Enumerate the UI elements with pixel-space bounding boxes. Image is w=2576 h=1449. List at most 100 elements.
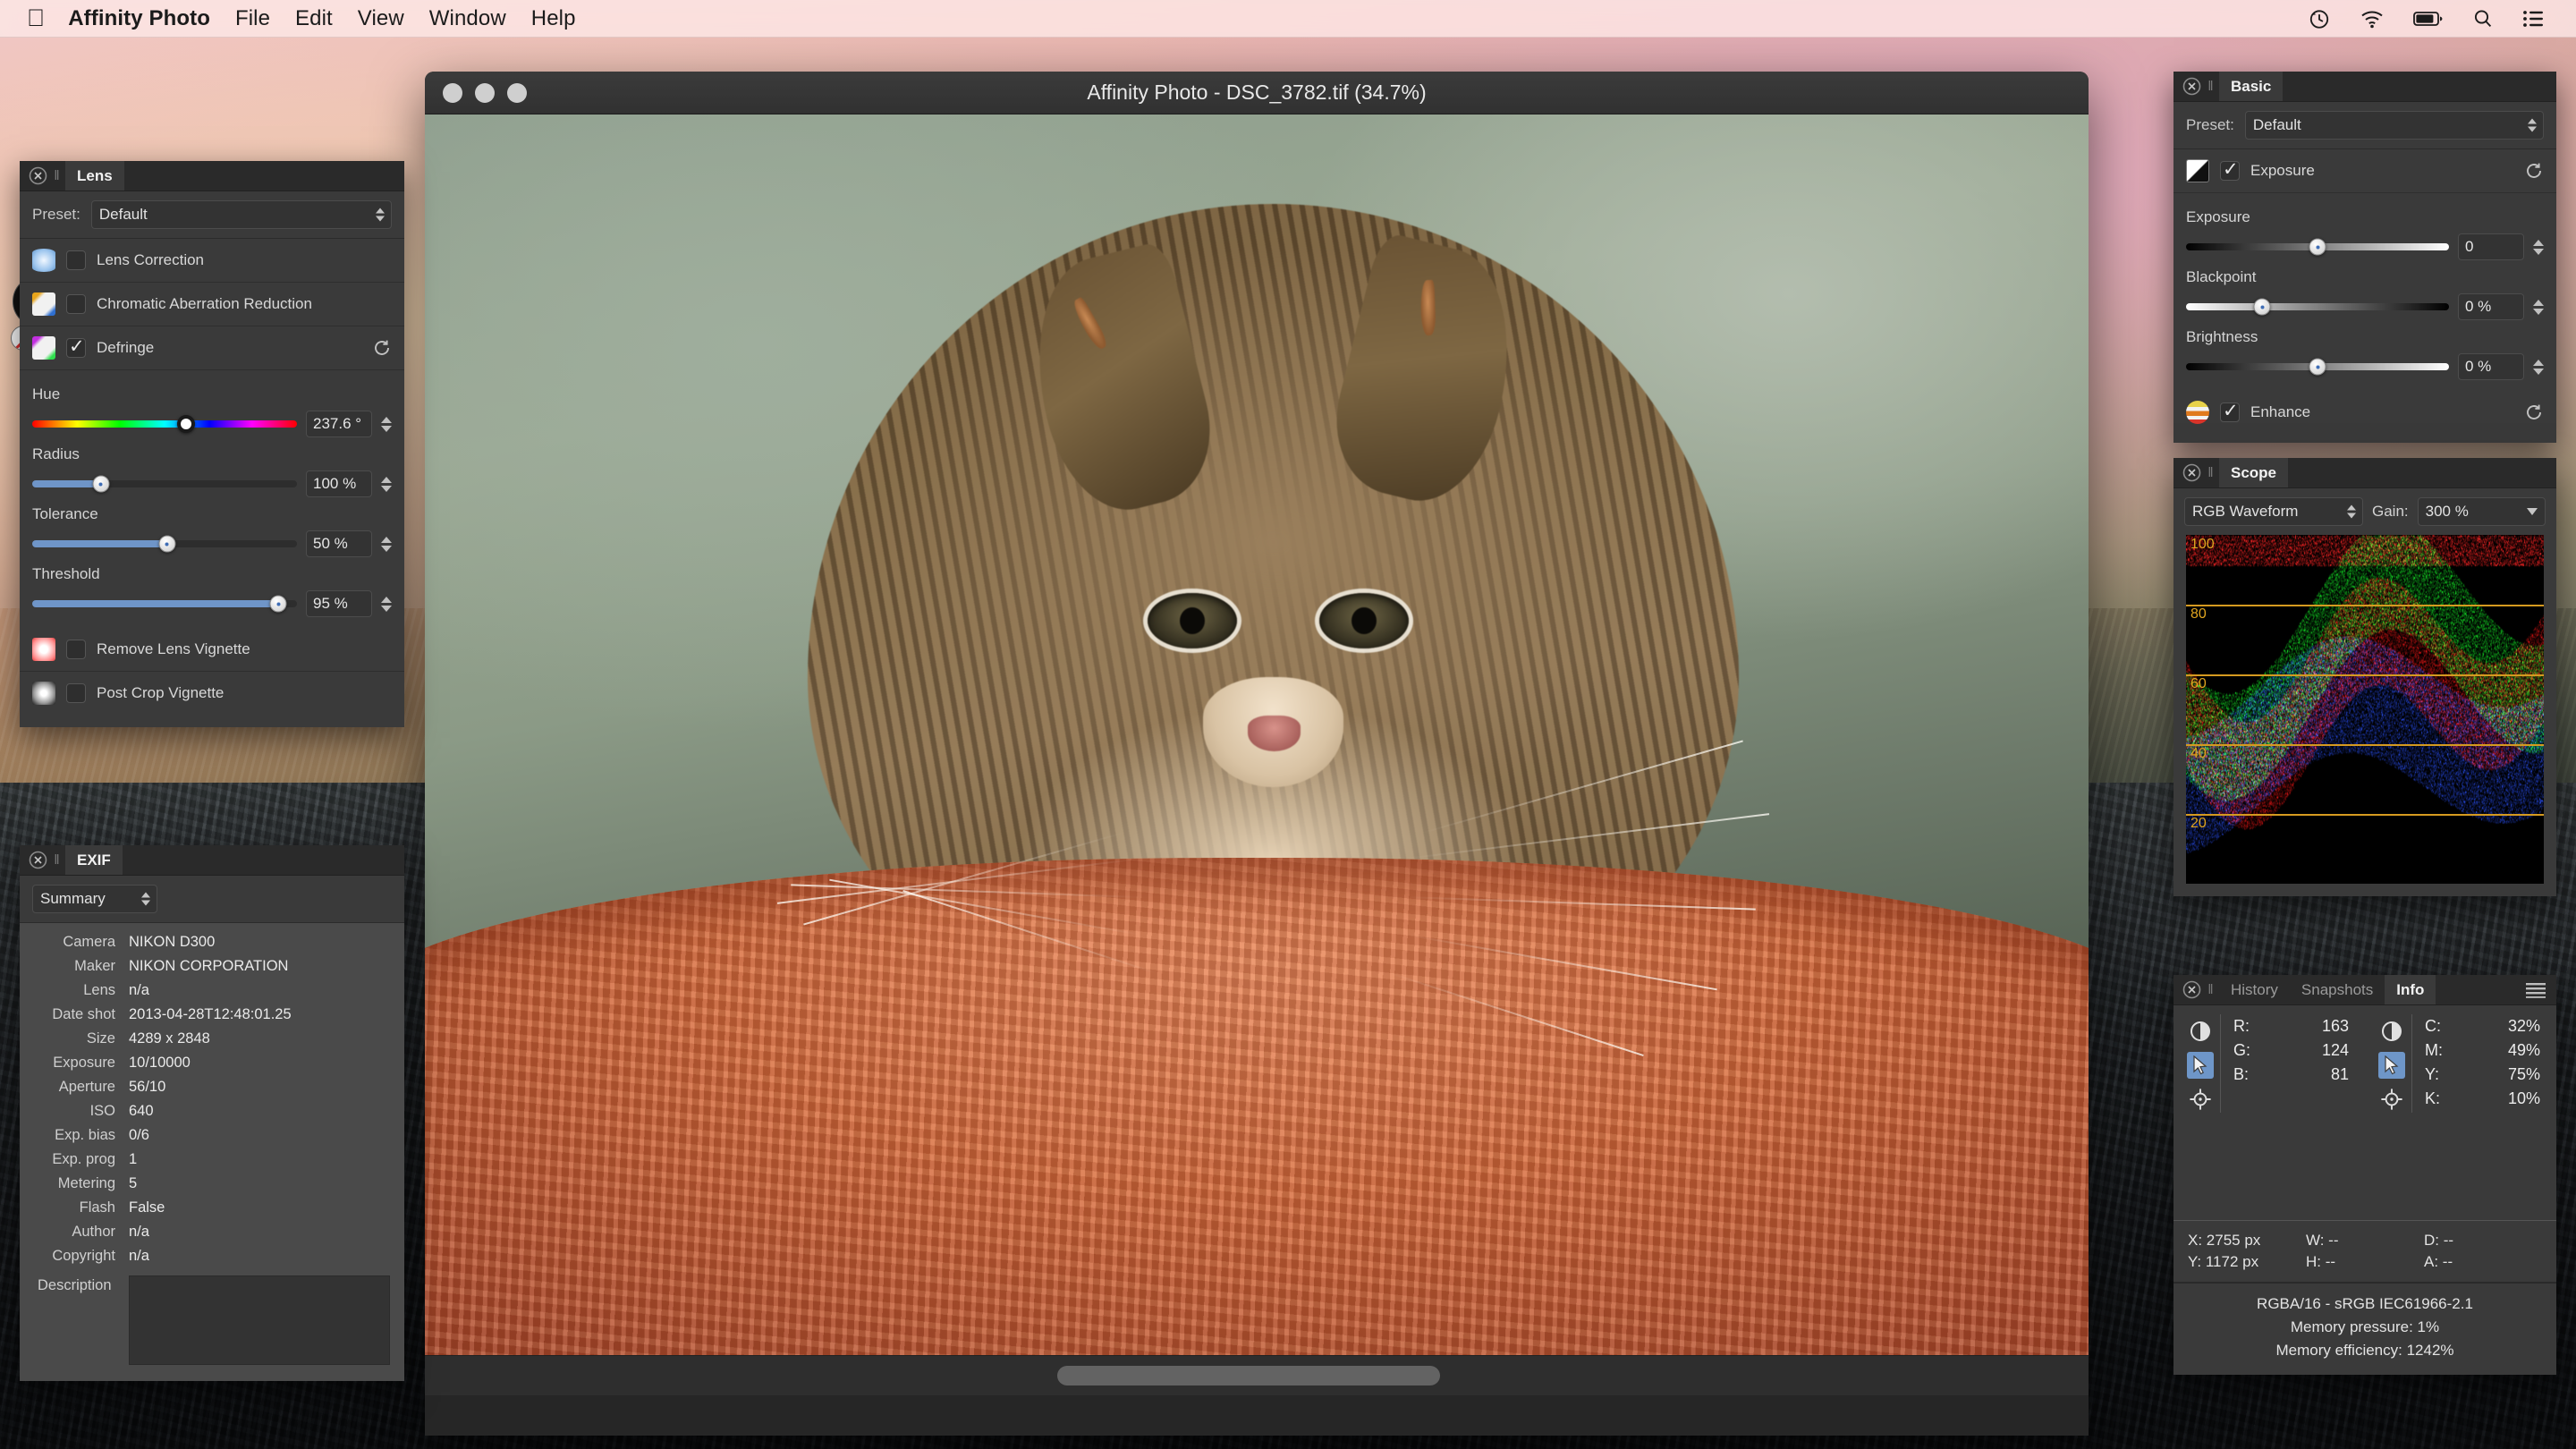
post-crop-vignette-row[interactable]: Post Crop Vignette [20, 672, 404, 715]
control-center-icon[interactable] [2522, 9, 2546, 29]
scope-gain-select[interactable]: 300 % [2418, 497, 2546, 526]
blackpoint-slider[interactable] [2186, 303, 2449, 310]
tab-info[interactable]: Info [2385, 975, 2436, 1004]
chromatic-aberration-checkbox[interactable] [66, 294, 86, 314]
color-sampler-target-icon[interactable] [2378, 1086, 2405, 1113]
tab-basic[interactable]: Basic [2219, 72, 2283, 101]
tolerance-stepper[interactable] [381, 537, 392, 552]
tab-exif[interactable]: EXIF [65, 845, 123, 875]
handle-dot [2316, 365, 2319, 369]
defringe-thumbnail-icon [32, 336, 55, 360]
close-icon[interactable] [2180, 458, 2203, 487]
defringe-checkbox[interactable] [66, 338, 86, 358]
drag-handle-icon[interactable]: ‖ [2203, 458, 2219, 487]
hue-value-input[interactable]: 237.6 ° [306, 411, 372, 437]
threshold-label: Threshold [32, 565, 392, 583]
tab-snapshots[interactable]: Snapshots [2290, 975, 2385, 1004]
close-icon[interactable] [2180, 72, 2203, 101]
exposure-slider[interactable] [2186, 243, 2449, 250]
enhance-section-row[interactable]: Enhance [2174, 391, 2556, 434]
remove-lens-vignette-checkbox[interactable] [66, 640, 86, 659]
radius-value-input[interactable]: 100 % [306, 470, 372, 497]
cat-pupil-left [1180, 607, 1205, 634]
menu-item-view[interactable]: View [358, 6, 404, 31]
brightness-stepper[interactable] [2533, 360, 2544, 375]
tolerance-slider-handle[interactable] [158, 536, 175, 553]
battery-icon[interactable] [2413, 11, 2444, 27]
search-icon[interactable] [2472, 8, 2494, 30]
lens-correction-row[interactable]: Lens Correction [20, 239, 404, 283]
hamburger-icon[interactable] [2515, 975, 2556, 1004]
close-icon[interactable] [26, 161, 49, 191]
cursor-pointer-icon[interactable] [2187, 1052, 2214, 1079]
lens-preset-select[interactable]: Default [91, 200, 392, 229]
scrollbar-thumb[interactable] [1057, 1366, 1440, 1385]
exposure-stepper[interactable] [2533, 240, 2544, 255]
exposure-checkbox[interactable] [2220, 161, 2240, 181]
time-machine-icon[interactable] [2308, 7, 2331, 30]
blackpoint-value-input[interactable]: 0 % [2458, 293, 2524, 320]
half-circle-icon[interactable] [2378, 1018, 2405, 1045]
post-crop-vignette-checkbox[interactable] [66, 683, 86, 703]
drag-handle-icon[interactable]: ‖ [49, 161, 65, 191]
wifi-icon[interactable] [2360, 9, 2385, 29]
drag-handle-icon[interactable]: ‖ [2203, 975, 2219, 1004]
tab-scope[interactable]: Scope [2219, 458, 2288, 487]
coord-a: A: -- [2424, 1253, 2542, 1271]
menu-item-edit[interactable]: Edit [295, 6, 333, 31]
hue-slider[interactable] [32, 420, 297, 428]
threshold-value-input[interactable]: 95 % [306, 590, 372, 617]
reset-icon[interactable] [2524, 161, 2544, 181]
tab-lens[interactable]: Lens [65, 161, 124, 191]
chromatic-aberration-reduction-row[interactable]: Chromatic Aberration Reduction [20, 283, 404, 326]
drag-handle-icon[interactable]: ‖ [2203, 72, 2219, 101]
reset-icon[interactable] [372, 338, 392, 358]
color-sampler-target-icon[interactable] [2187, 1086, 2214, 1113]
lens-preset-value: Default [99, 206, 148, 224]
threshold-slider-handle[interactable] [270, 596, 287, 613]
exif-description-input[interactable] [129, 1275, 390, 1365]
radius-stepper[interactable] [381, 477, 392, 492]
exposure-value-input[interactable]: 0 [2458, 233, 2524, 260]
hue-stepper[interactable] [381, 417, 392, 432]
horizontal-scrollbar[interactable] [425, 1355, 2089, 1395]
tab-history[interactable]: History [2219, 975, 2290, 1004]
basic-preset-select[interactable]: Default [2245, 111, 2544, 140]
menu-item-affinity-photo[interactable]: Affinity Photo [68, 6, 210, 31]
exposure-section-row[interactable]: Exposure [2174, 149, 2556, 193]
image-canvas[interactable] [425, 114, 2089, 1395]
threshold-stepper[interactable] [381, 597, 392, 612]
remove-lens-vignette-row[interactable]: Remove Lens Vignette [20, 628, 404, 672]
cmyk-mode-icons [2372, 1014, 2411, 1113]
tolerance-value-input[interactable]: 50 % [306, 530, 372, 557]
brightness-slider-handle[interactable] [2309, 359, 2326, 376]
radius-slider[interactable] [32, 480, 297, 487]
exif-mode-select[interactable]: Summary [32, 885, 157, 913]
window-titlebar[interactable]: Affinity Photo - DSC_3782.tif (34.7%) [425, 72, 2089, 114]
cursor-pointer-icon[interactable] [2378, 1052, 2405, 1079]
macos-menu-bar:  Affinity Photo File Edit View Window H… [0, 0, 2576, 38]
menu-item-file[interactable]: File [235, 6, 270, 31]
exposure-slider-handle[interactable] [2309, 239, 2326, 256]
lens-correction-checkbox[interactable] [66, 250, 86, 270]
scope-mode-select[interactable]: RGB Waveform [2184, 497, 2363, 526]
radius-slider-handle[interactable] [92, 476, 109, 493]
half-circle-icon[interactable] [2187, 1018, 2214, 1045]
tolerance-slider[interactable] [32, 540, 297, 547]
menu-item-window[interactable]: Window [429, 6, 506, 31]
threshold-slider[interactable] [32, 600, 297, 607]
enhance-checkbox[interactable] [2220, 402, 2240, 422]
blackpoint-slider-handle[interactable] [2254, 299, 2271, 316]
close-icon[interactable] [2180, 975, 2203, 1004]
brightness-value-input[interactable]: 0 % [2458, 353, 2524, 380]
exif-panel-tabbar: ‖ EXIF [20, 845, 404, 876]
brightness-slider[interactable] [2186, 363, 2449, 370]
reset-icon[interactable] [2524, 402, 2544, 422]
drag-handle-icon[interactable]: ‖ [49, 845, 65, 875]
menu-item-help[interactable]: Help [531, 6, 576, 31]
close-icon[interactable] [26, 845, 49, 875]
blackpoint-stepper[interactable] [2533, 300, 2544, 315]
apple-icon[interactable]:  [27, 6, 45, 30]
defringe-row[interactable]: Defringe [20, 326, 404, 370]
hue-slider-handle[interactable] [177, 415, 195, 433]
